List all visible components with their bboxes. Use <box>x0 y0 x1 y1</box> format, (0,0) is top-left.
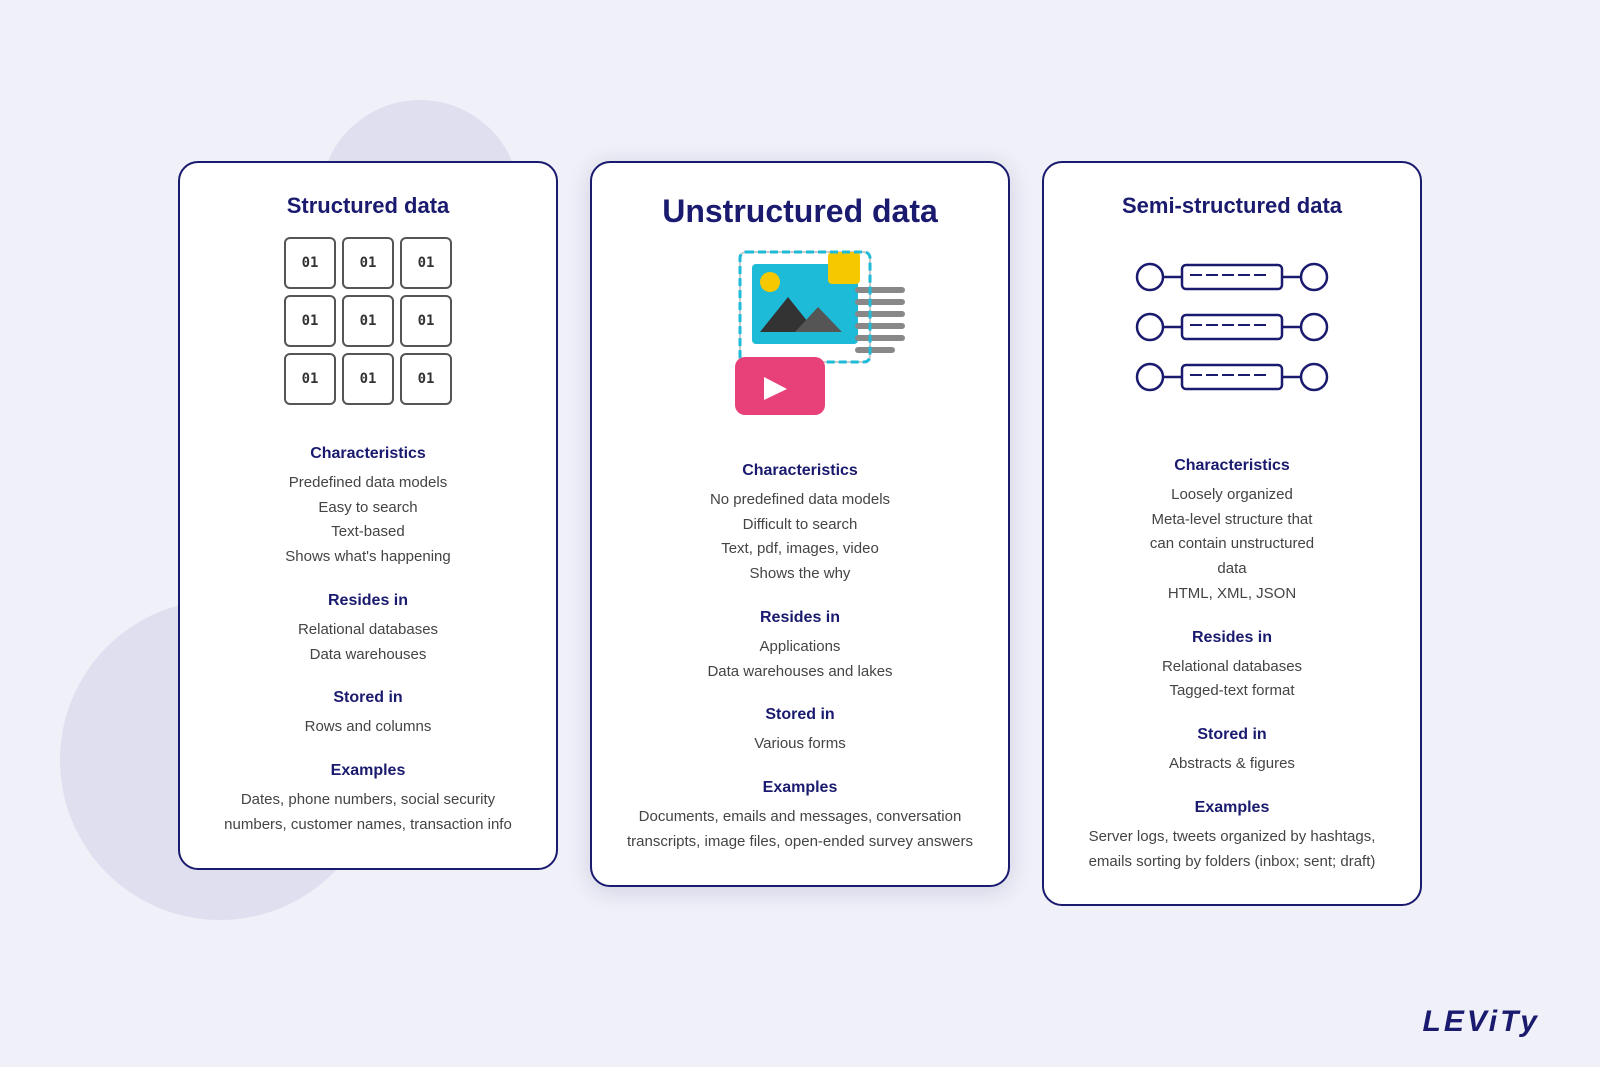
binary-cell: 01 <box>400 237 452 289</box>
semistructured-title: Semi-structured data <box>1122 193 1342 219</box>
structured-card: Structured data 01 01 01 01 01 01 01 01 … <box>178 161 558 870</box>
unstructured-examples-heading: Examples <box>763 779 838 797</box>
binary-cell: 01 <box>284 353 336 405</box>
semistructured-card: Semi-structured data <box>1042 161 1422 907</box>
binary-cell: 01 <box>400 353 452 405</box>
structured-title: Structured data <box>287 193 450 219</box>
binary-cell: 01 <box>342 295 394 347</box>
unstructured-icon <box>680 242 920 422</box>
unstructured-card: Unstructured data <box>590 161 1010 887</box>
binary-cell: 01 <box>284 237 336 289</box>
levity-logo: LEViTy <box>1423 1005 1540 1039</box>
structured-examples-text: Dates, phone numbers, social security nu… <box>208 788 528 838</box>
binary-cell: 01 <box>400 295 452 347</box>
binary-cell: 01 <box>284 295 336 347</box>
unstructured-stored-text: Various forms <box>754 732 845 757</box>
semistructured-examples-heading: Examples <box>1195 799 1270 817</box>
semistructured-stored-heading: Stored in <box>1197 726 1266 744</box>
structured-examples-heading: Examples <box>331 762 406 780</box>
unstructured-examples-text: Documents, emails and messages, conversa… <box>624 805 976 855</box>
structured-stored-text: Rows and columns <box>305 715 432 740</box>
binary-cell: 01 <box>342 237 394 289</box>
unstructured-characteristics-heading: Characteristics <box>742 462 858 480</box>
binary-grid-icon: 01 01 01 01 01 01 01 01 01 <box>284 237 452 405</box>
structured-stored-heading: Stored in <box>333 689 402 707</box>
structured-resides-heading: Resides in <box>328 592 408 610</box>
semistructured-characteristics-text: Loosely organizedMeta-level structure th… <box>1150 483 1314 607</box>
semistructured-examples-text: Server logs, tweets organized by hashtag… <box>1072 825 1392 875</box>
structured-characteristics-text: Predefined data modelsEasy to searchText… <box>285 471 450 570</box>
unstructured-resides-text: ApplicationsData warehouses and lakes <box>707 635 892 685</box>
unstructured-resides-heading: Resides in <box>760 609 840 627</box>
semistructured-resides-heading: Resides in <box>1192 629 1272 647</box>
structured-characteristics-heading: Characteristics <box>310 445 426 463</box>
unstructured-characteristics-text: No predefined data modelsDifficult to se… <box>710 488 890 587</box>
unstructured-title: Unstructured data <box>662 193 938 230</box>
semistructured-stored-text: Abstracts & figures <box>1169 752 1295 777</box>
semi-icon <box>1122 237 1342 417</box>
semistructured-resides-text: Relational databasesTagged-text format <box>1162 655 1302 705</box>
structured-resides-text: Relational databasesData warehouses <box>298 618 438 668</box>
binary-cell: 01 <box>342 353 394 405</box>
semistructured-characteristics-heading: Characteristics <box>1174 457 1290 475</box>
page-container: Structured data 01 01 01 01 01 01 01 01 … <box>118 121 1482 947</box>
unstructured-stored-heading: Stored in <box>765 706 834 724</box>
